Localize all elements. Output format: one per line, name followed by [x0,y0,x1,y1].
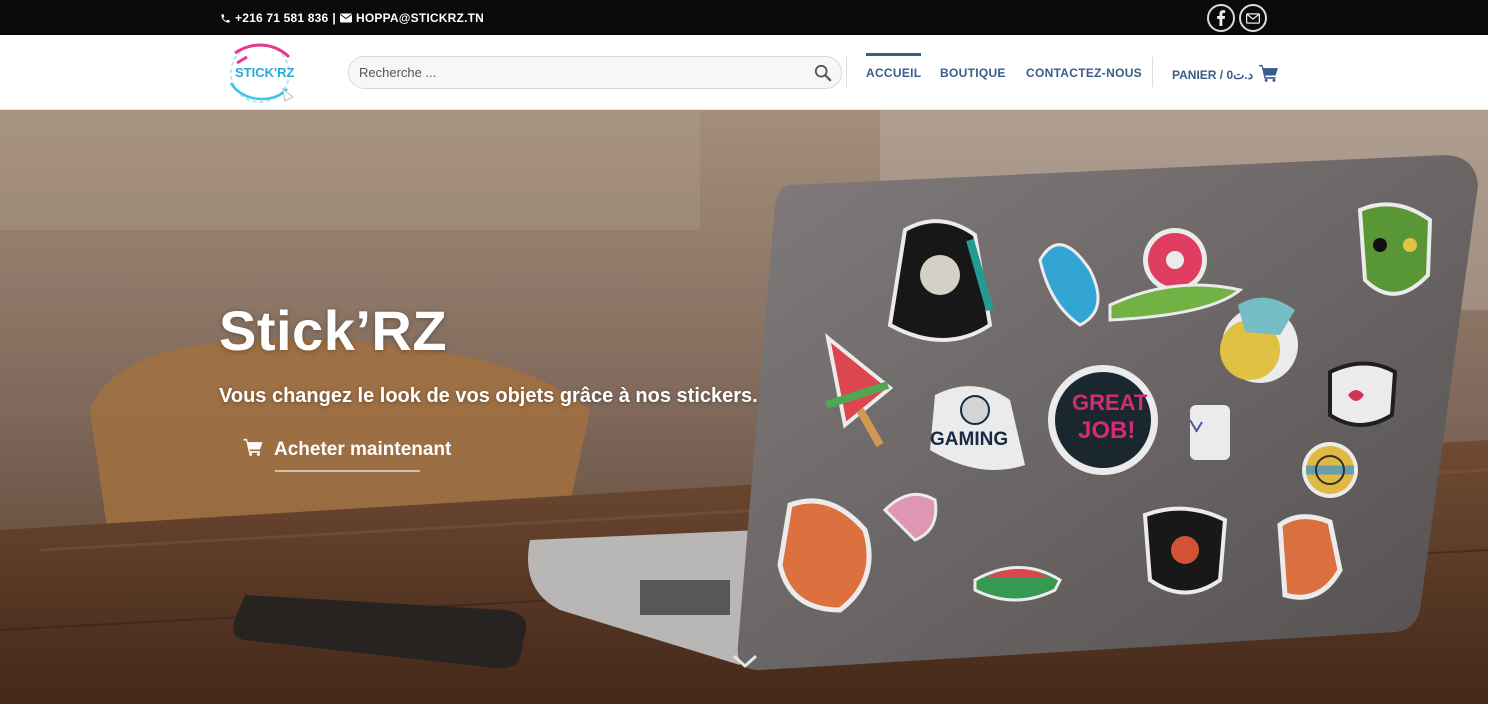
contact-info: +216 71 581 836 | HOPPA@STICKRZ.TN [219,11,484,25]
cart-label: PANIER / 0د.ت [1172,67,1254,82]
nav-divider [846,57,847,87]
buy-now-button[interactable]: Acheter maintenant [243,438,452,472]
hero-subtitle: Vous changez le look de vos objets grâce… [219,385,758,407]
shopping-cart-icon [243,438,264,462]
contact-separator: | [332,11,336,25]
facebook-icon[interactable] [1207,4,1235,32]
hero-banner: GREAT JOB! GAMING Stick’RZ Vous changez … [0,110,1488,704]
envelope-icon [339,12,352,24]
search-input[interactable] [359,57,809,88]
top-bar: +216 71 581 836 | HOPPA@STICKRZ.TN [0,0,1488,35]
nav-divider [1152,57,1153,87]
main-header: STICK'RZ ACCUEIL BOUTIQUE CONTACTEZ-NOUS… [0,35,1488,110]
search-box [348,56,842,89]
search-icon[interactable] [814,64,832,82]
email-icon[interactable] [1239,4,1267,32]
phone-number[interactable]: +216 71 581 836 [235,11,328,25]
nav-contactez-nous[interactable]: CONTACTEZ-NOUS [1026,66,1142,80]
chevron-down-icon[interactable] [732,653,758,671]
hero-title: Stick’RZ [219,299,448,362]
cart-link[interactable]: PANIER / 0د.ت [1172,64,1279,85]
site-logo[interactable]: STICK'RZ [223,39,297,107]
shopping-cart-icon [1259,64,1279,85]
buy-now-label: Acheter maintenant [274,439,452,460]
nav-accueil[interactable]: ACCUEIL [866,53,922,80]
logo-text: STICK'RZ [235,65,294,80]
button-underline [275,470,420,472]
phone-icon [219,12,231,24]
email-address[interactable]: HOPPA@STICKRZ.TN [356,11,484,25]
nav-boutique[interactable]: BOUTIQUE [940,66,1006,80]
